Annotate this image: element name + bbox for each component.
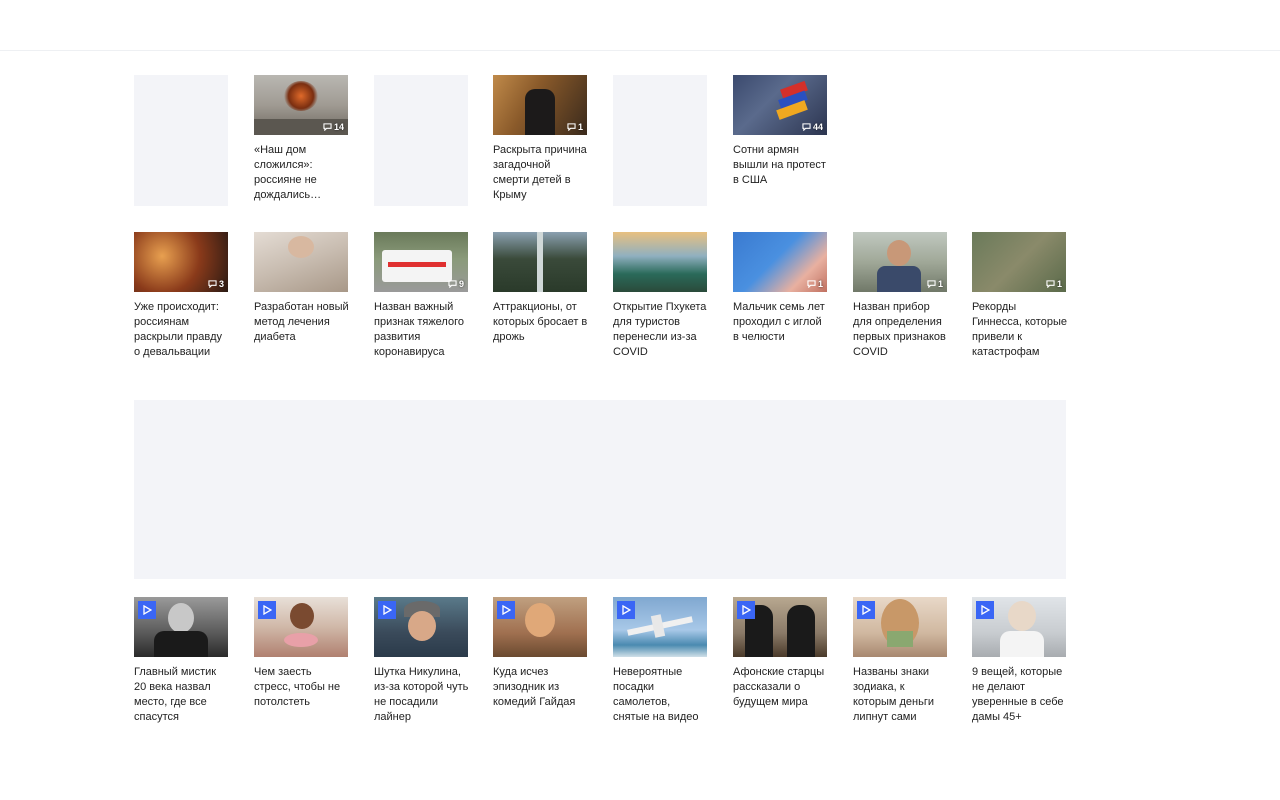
video-title: Главный мистик 20 века назвал место, где…	[134, 666, 217, 723]
video-thumbnail	[134, 597, 228, 657]
news-card[interactable]: 1 Раскрыта причина загадочной смерти дет…	[493, 75, 587, 203]
ad-placeholder	[134, 75, 228, 206]
news-title: Назван важный признак тяжелого развития …	[374, 301, 464, 358]
comment-icon	[323, 123, 332, 131]
news-card[interactable]: 1 Назван прибор для определения первых п…	[853, 232, 947, 360]
comment-icon	[208, 280, 217, 288]
play-badge	[258, 601, 276, 619]
play-badge	[617, 601, 635, 619]
play-icon	[502, 605, 511, 615]
comment-icon	[567, 123, 576, 131]
play-icon	[862, 605, 871, 615]
news-card[interactable]: 1 Мальчик семь лет проходил с иглой в че…	[733, 232, 827, 345]
ad-placeholder	[613, 75, 707, 206]
news-thumbnail: 1	[493, 75, 587, 135]
news-thumbnail: 14	[254, 75, 348, 135]
news-card[interactable]: 9 Назван важный признак тяжелого развити…	[374, 232, 468, 360]
video-card[interactable]: Главный мистик 20 века назвал место, где…	[134, 597, 228, 725]
news-thumbnail: 3	[134, 232, 228, 292]
news-card[interactable]: Аттракционы, от которых бросает в дрожь	[493, 232, 587, 345]
video-title: Невероятные посадки самолетов, снятые на…	[613, 666, 699, 723]
video-thumbnail	[493, 597, 587, 657]
news-card[interactable]: 14 «Наш дом сложился»: россияне не дожда…	[254, 75, 348, 203]
news-thumbnail: 1	[972, 232, 1066, 292]
comment-count: 14	[323, 122, 344, 132]
video-title: Чем заесть стресс, чтобы не потолстеть	[254, 666, 341, 708]
comment-icon	[448, 280, 457, 288]
play-icon	[143, 605, 152, 615]
play-icon	[263, 605, 272, 615]
video-row: Главный мистик 20 века назвал место, где…	[134, 597, 1074, 737]
comment-count: 44	[802, 122, 823, 132]
video-thumbnail	[613, 597, 707, 657]
play-badge	[138, 601, 156, 619]
play-icon	[742, 605, 751, 615]
comment-count: 1	[1046, 279, 1062, 289]
video-thumbnail	[254, 597, 348, 657]
video-card[interactable]: Куда исчез эпизодник из комедий Гайдая	[493, 597, 587, 710]
play-badge	[857, 601, 875, 619]
news-title: «Наш дом сложился»: россияне не дождалис…	[254, 144, 322, 201]
video-card[interactable]: Названы знаки зодиака, к которым деньги …	[853, 597, 947, 725]
comment-icon	[927, 280, 936, 288]
news-thumbnail: 44	[733, 75, 827, 135]
video-title: Названы знаки зодиака, к которым деньги …	[853, 666, 934, 723]
news-thumbnail: 1	[853, 232, 947, 292]
news-title: Уже происходит: россиянам раскрыли правд…	[134, 301, 223, 358]
news-title: Мальчик семь лет проходил с иглой в челю…	[733, 301, 825, 343]
news-card[interactable]: Разработан новый метод лечения диабета	[254, 232, 349, 345]
news-title: Раскрыта причина загадочной смерти детей…	[493, 144, 587, 201]
news-card[interactable]: 1 Рекорды Гиннесса, которые привели к ка…	[972, 232, 1067, 360]
top-bar	[0, 0, 1280, 51]
news-card[interactable]: 3 Уже происходит: россиянам раскрыли пра…	[134, 232, 228, 360]
video-title: Куда исчез эпизодник из комедий Гайдая	[493, 666, 576, 708]
news-thumbnail	[613, 232, 707, 292]
video-title: 9 вещей, которые не делают уверенные в с…	[972, 666, 1064, 723]
video-thumbnail	[374, 597, 468, 657]
ad-banner	[134, 400, 1066, 579]
play-icon	[622, 605, 631, 615]
play-badge	[737, 601, 755, 619]
news-thumbnail: 9	[374, 232, 468, 292]
news-title: Рекорды Гиннесса, которые привели к ката…	[972, 301, 1067, 358]
play-badge	[976, 601, 994, 619]
news-title: Аттракционы, от которых бросает в дрожь	[493, 301, 588, 343]
news-title: Сотни армян вышли на протест в США	[733, 144, 826, 186]
comment-count: 1	[567, 122, 583, 132]
news-title: Открытие Пхукета для туристов перенесли …	[613, 301, 707, 358]
ad-placeholder	[374, 75, 468, 206]
video-card[interactable]: 9 вещей, которые не делают уверенные в с…	[972, 597, 1066, 725]
news-thumbnail: 1	[733, 232, 827, 292]
news-title: Разработан новый метод лечения диабета	[254, 301, 349, 343]
video-title: Афонские старцы рассказали о будущем мир…	[733, 666, 825, 708]
news-thumbnail	[493, 232, 587, 292]
video-card[interactable]: Чем заесть стресс, чтобы не потолстеть	[254, 597, 348, 710]
play-badge	[378, 601, 396, 619]
comment-icon	[802, 123, 811, 131]
news-thumbnail	[254, 232, 348, 292]
video-thumbnail	[733, 597, 827, 657]
video-title: Шутка Никулина, из-за которой чуть не по…	[374, 666, 469, 723]
play-icon	[981, 605, 990, 615]
comment-icon	[1046, 280, 1055, 288]
news-title: Назван прибор для определения первых при…	[853, 301, 946, 358]
comment-count: 1	[807, 279, 823, 289]
video-card[interactable]: Шутка Никулина, из-за которой чуть не по…	[374, 597, 468, 725]
comment-count: 3	[208, 279, 224, 289]
video-thumbnail	[853, 597, 947, 657]
play-icon	[383, 605, 392, 615]
news-card[interactable]: Открытие Пхукета для туристов перенесли …	[613, 232, 707, 360]
news-row-1: 14 «Наш дом сложился»: россияне не дожда…	[134, 75, 1074, 215]
news-card[interactable]: 44 Сотни армян вышли на протест в США	[733, 75, 827, 188]
video-card[interactable]: Невероятные посадки самолетов, снятые на…	[613, 597, 707, 725]
video-card[interactable]: Афонские старцы рассказали о будущем мир…	[733, 597, 827, 710]
comment-count: 1	[927, 279, 943, 289]
comment-count: 9	[448, 279, 464, 289]
comment-icon	[807, 280, 816, 288]
play-badge	[497, 601, 515, 619]
news-row-2: 3 Уже происходит: россиянам раскрыли пра…	[134, 232, 1074, 372]
video-thumbnail	[972, 597, 1066, 657]
